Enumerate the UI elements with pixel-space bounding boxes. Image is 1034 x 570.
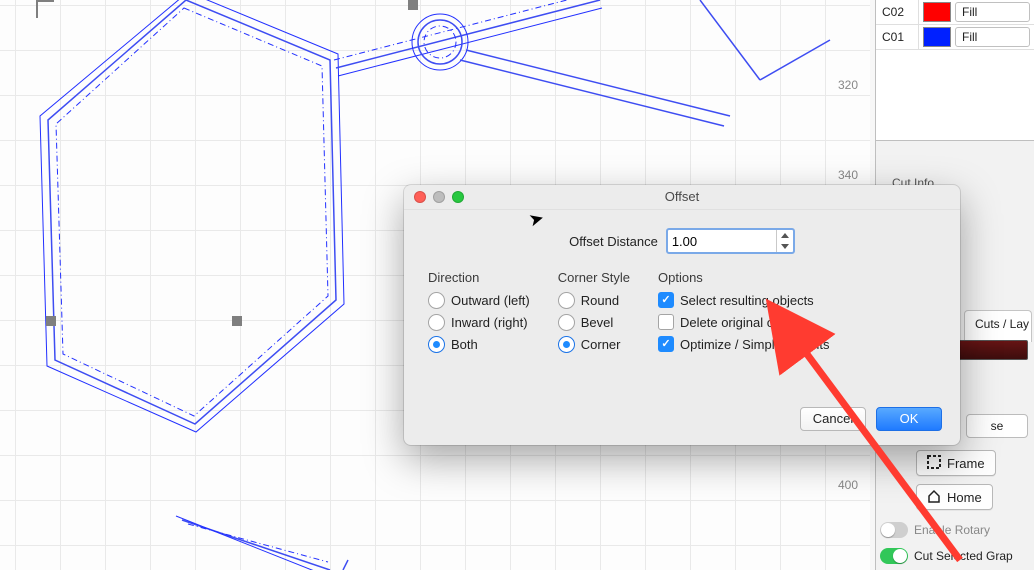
offset-dialog: Offset Offset Distance Direction Outward…: [404, 185, 960, 445]
corner-bevel-label: Bevel: [581, 315, 614, 330]
layer-color-swatch[interactable]: [923, 27, 951, 47]
window-maximize-button[interactable]: [452, 191, 464, 203]
cut-selected-label: Cut Selected Grap: [914, 549, 1013, 563]
tab-cuts-layers[interactable]: Cuts / Lay: [964, 310, 1032, 342]
cancel-button[interactable]: Cancel: [800, 407, 866, 431]
offset-distance-stepper[interactable]: [776, 230, 793, 252]
direction-inward-label: Inward (right): [451, 315, 528, 330]
option-select-resulting-label: Select resulting objects: [680, 293, 814, 308]
cuts-layers-tabs: Cuts / Lay: [964, 310, 1034, 342]
offset-distance-field-wrapper: [666, 228, 795, 254]
checkbox-icon: [658, 292, 674, 308]
pause-se-button-partial[interactable]: se: [966, 414, 1028, 438]
selection-corner-tl[interactable]: [36, 0, 54, 18]
radio-icon: [428, 292, 445, 309]
layer-color-swatch[interactable]: [923, 2, 951, 22]
layer-name: C02: [876, 0, 919, 24]
layer-row[interactable]: C01 Fill: [876, 25, 1034, 50]
frame-label: Frame: [947, 456, 985, 471]
checkbox-icon: [658, 336, 674, 352]
corner-corner-row[interactable]: Corner: [558, 335, 630, 353]
dialog-titlebar[interactable]: Offset: [404, 185, 960, 210]
selection-center[interactable]: [232, 316, 242, 326]
radio-icon: [428, 336, 445, 353]
selection-mid-top[interactable]: [408, 0, 418, 10]
direction-group: Direction Outward (left) Inward (right) …: [428, 270, 530, 353]
direction-both-label: Both: [451, 337, 478, 352]
direction-inward-row[interactable]: Inward (right): [428, 313, 530, 331]
options-group: Options Select resulting objects Delete …: [658, 270, 830, 353]
stepper-down-icon[interactable]: [777, 241, 793, 252]
enable-rotary-label: Enable Rotary: [914, 523, 990, 537]
dialog-title: Offset: [665, 189, 699, 204]
layer-mode-dropdown[interactable]: Fill: [955, 27, 1030, 47]
corner-round-label: Round: [581, 293, 619, 308]
direction-group-label: Direction: [428, 270, 530, 285]
cut-selected-row: Cut Selected Grap: [880, 548, 1030, 564]
ok-button[interactable]: OK: [876, 407, 942, 431]
direction-outward-label: Outward (left): [451, 293, 530, 308]
home-label: Home: [947, 490, 982, 505]
offset-distance-label: Offset Distance: [569, 234, 658, 249]
option-delete-original-label: Delete original objects: [680, 315, 808, 330]
corner-bevel-row[interactable]: Bevel: [558, 313, 630, 331]
corner-corner-label: Corner: [581, 337, 621, 352]
option-optimize-row[interactable]: Optimize / Simplify results: [658, 335, 830, 353]
radio-icon: [558, 336, 575, 353]
offset-distance-input[interactable]: [668, 231, 776, 251]
option-optimize-label: Optimize / Simplify results: [680, 337, 830, 352]
frame-icon: [927, 455, 941, 472]
radio-icon: [428, 314, 445, 331]
window-close-button[interactable]: [414, 191, 426, 203]
option-delete-original-row[interactable]: Delete original objects: [658, 313, 830, 331]
checkbox-icon: [658, 314, 674, 330]
radio-icon: [558, 314, 575, 331]
corner-style-group-label: Corner Style: [558, 270, 630, 285]
home-icon: [927, 489, 941, 506]
enable-rotary-row: Enable Rotary: [880, 522, 1030, 538]
selection-mid-left[interactable]: [46, 316, 56, 326]
layer-row[interactable]: C02 Fill: [876, 0, 1034, 25]
radio-icon: [558, 292, 575, 309]
corner-round-row[interactable]: Round: [558, 291, 630, 309]
window-minimize-button[interactable]: [433, 191, 445, 203]
home-button[interactable]: Home: [916, 484, 993, 510]
direction-both-row[interactable]: Both: [428, 335, 530, 353]
options-group-label: Options: [658, 270, 830, 285]
enable-rotary-toggle[interactable]: [880, 522, 908, 538]
corner-style-group: Corner Style Round Bevel Corner: [558, 270, 630, 353]
layer-mode-dropdown[interactable]: Fill: [955, 2, 1030, 22]
stepper-up-icon[interactable]: [777, 230, 793, 241]
cut-selected-toggle[interactable]: [880, 548, 908, 564]
direction-outward-row[interactable]: Outward (left): [428, 291, 530, 309]
frame-button[interactable]: Frame: [916, 450, 996, 476]
layer-name: C01: [876, 25, 919, 49]
option-select-resulting-row[interactable]: Select resulting objects: [658, 291, 830, 309]
